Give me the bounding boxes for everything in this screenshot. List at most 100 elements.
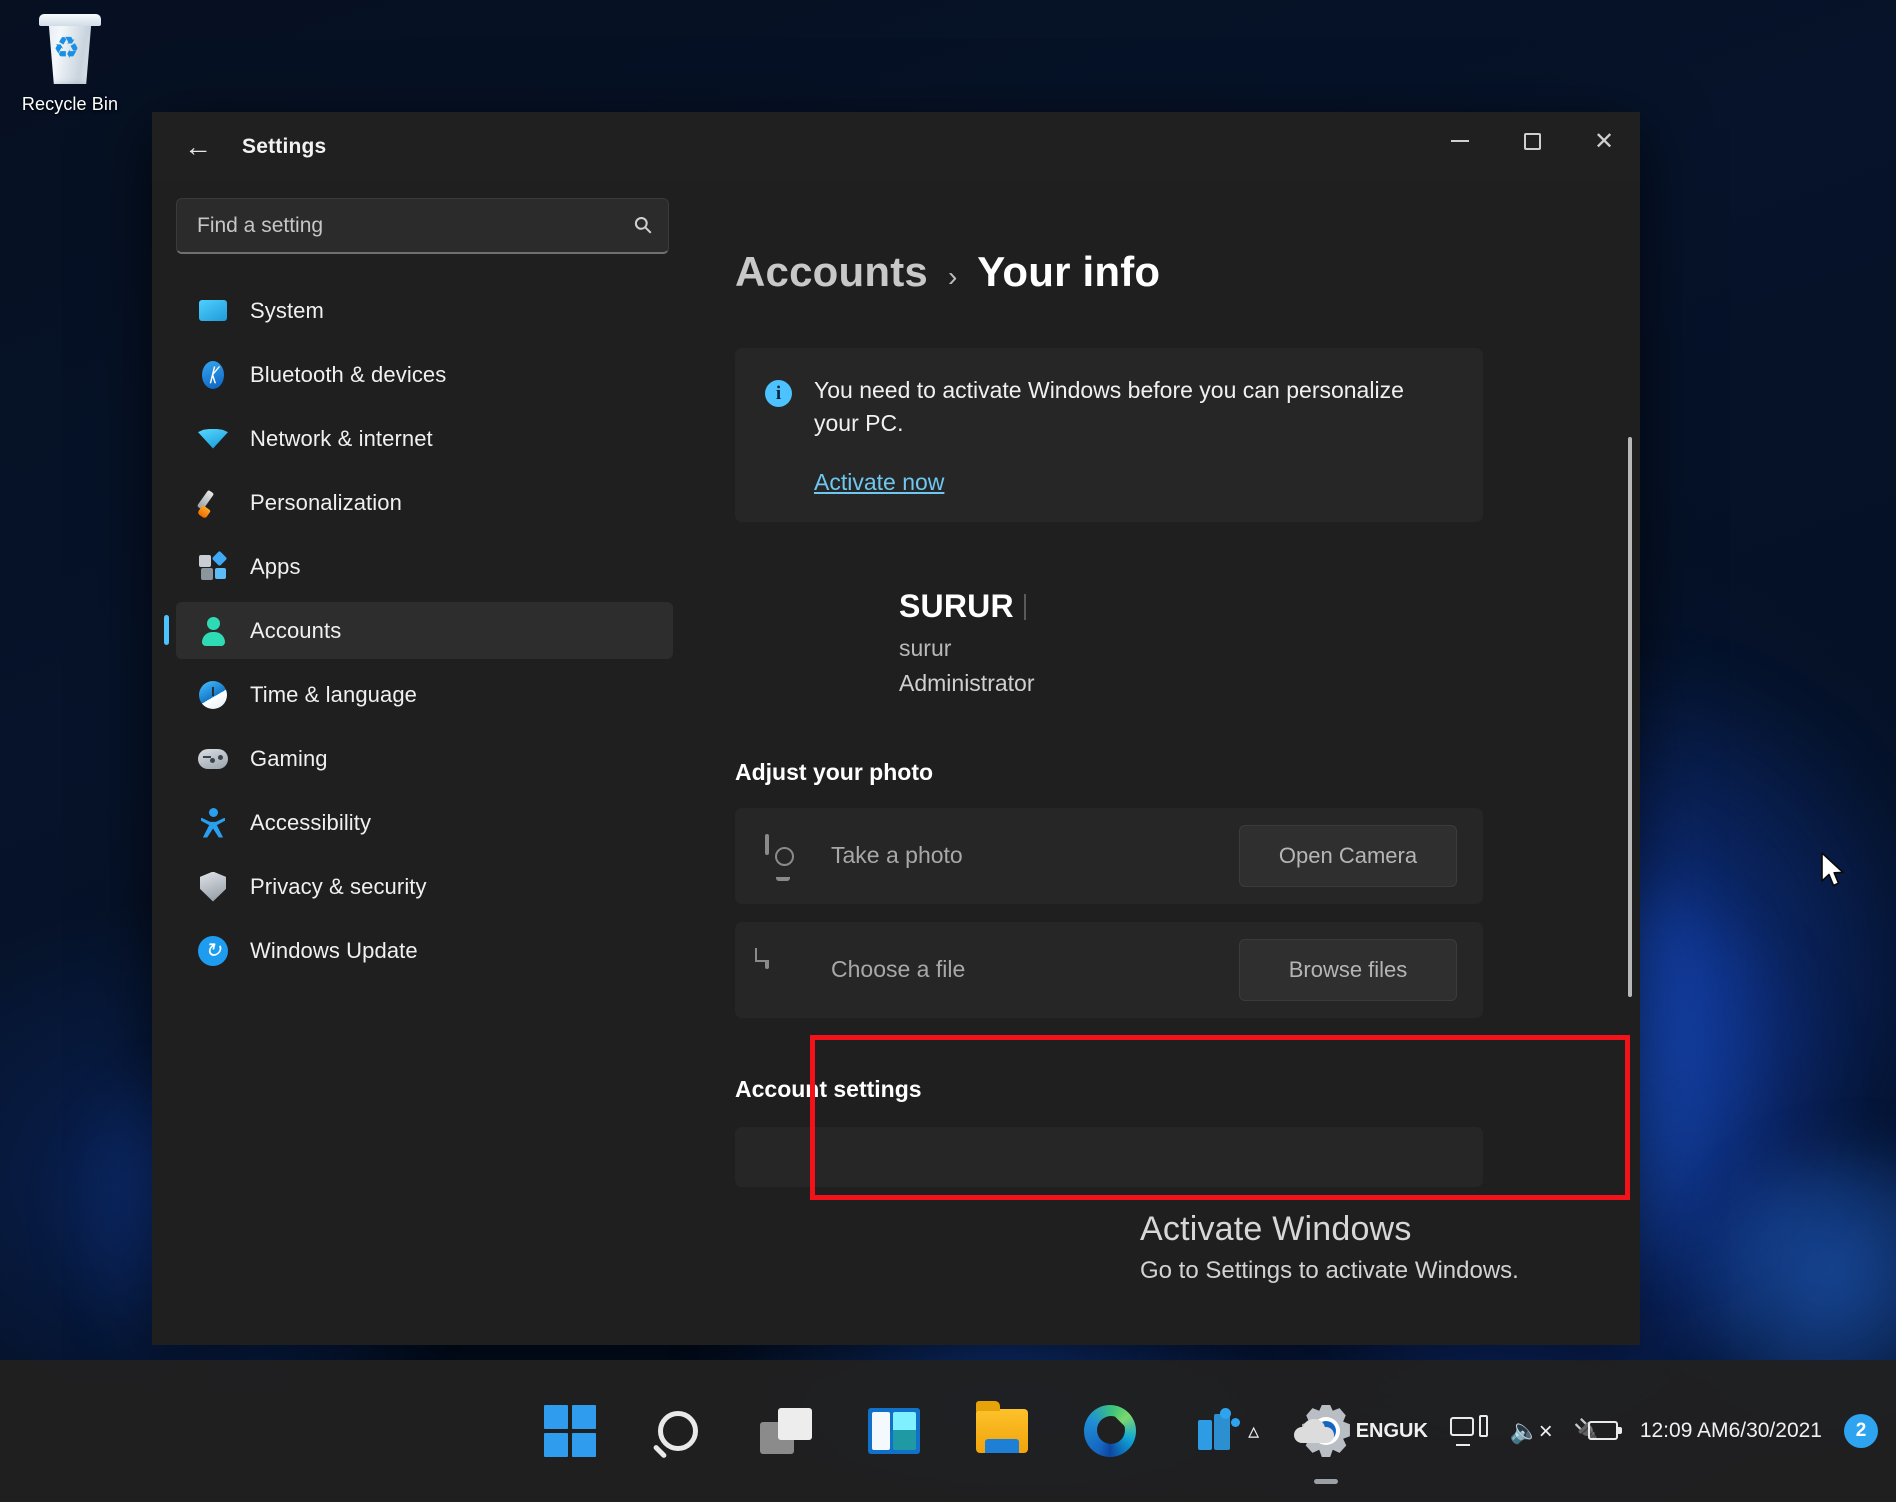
taskbar: ▵ ENG UK 🔈× 🔌 12:09 AM 6/30/2021 2 [0, 1360, 1896, 1502]
camera-icon [765, 836, 805, 876]
main-content: Accounts › Your info i You need to activ… [697, 182, 1640, 1345]
user-role: Administrator [899, 670, 1640, 697]
folder-icon [765, 950, 805, 990]
notification-badge[interactable]: 2 [1844, 1414, 1878, 1448]
language-line-1: ENG [1356, 1420, 1399, 1443]
sidebar-item-accessibility[interactable]: Accessibility [176, 794, 673, 851]
sidebar-item-label: Time & language [250, 682, 417, 708]
desktop-icon-recycle-bin[interactable]: ♻ Recycle Bin [10, 14, 130, 115]
sidebar-item-accounts[interactable]: Accounts [176, 602, 673, 659]
update-icon: ↻ [196, 934, 230, 968]
apps-icon [196, 550, 230, 584]
bluetooth-icon: ᛕ [196, 358, 230, 392]
sidebar-item-gaming[interactable]: Gaming [176, 730, 673, 787]
account-settings-section-title: Account settings [735, 1076, 1640, 1103]
language-indicator[interactable]: ENG UK [1356, 1420, 1428, 1443]
activation-banner-message: You need to activate Windows before you … [814, 374, 1404, 441]
gamepad-icon [196, 742, 230, 776]
task-view-icon [760, 1408, 812, 1454]
open-camera-button[interactable]: Open Camera [1239, 825, 1457, 887]
account-settings-card[interactable] [735, 1127, 1483, 1187]
user-account-name: surur [899, 635, 1640, 662]
maximize-icon[interactable] [1496, 112, 1568, 170]
onedrive-cloud-icon[interactable] [1294, 1417, 1334, 1445]
desktop[interactable]: ♻ Recycle Bin ← Settings ✕ ⚲ [0, 0, 1896, 1502]
activate-now-link[interactable]: Activate now [814, 469, 944, 496]
sidebar-item-label: Apps [250, 554, 301, 580]
widgets-button[interactable] [863, 1400, 925, 1462]
sidebar-item-privacy-security[interactable]: Privacy & security [176, 858, 673, 915]
wifi-icon [196, 422, 230, 456]
language-line-2: UK [1399, 1420, 1428, 1443]
breadcrumb-parent[interactable]: Accounts [735, 248, 928, 296]
window-controls: ✕ [1424, 112, 1640, 170]
file-explorer-button[interactable] [971, 1400, 1033, 1462]
task-view-button[interactable] [755, 1400, 817, 1462]
take-a-photo-label: Take a photo [831, 842, 1239, 869]
user-display-name: SURUR [899, 588, 1640, 625]
sidebar-item-label: Network & internet [250, 426, 433, 452]
taskbar-date: 6/30/2021 [1729, 1418, 1822, 1444]
shield-icon [196, 870, 230, 904]
chevron-up-icon[interactable]: ▵ [1236, 1409, 1272, 1453]
activation-banner: i You need to activate Windows before yo… [735, 348, 1483, 522]
user-info-block: SURUR surur Administrator [899, 588, 1640, 697]
search-icon [658, 1411, 698, 1451]
adjust-photo-section-title: Adjust your photo [735, 759, 1640, 786]
battery-charging-icon[interactable]: 🔌 [1574, 1418, 1618, 1444]
accessibility-icon [196, 806, 230, 840]
vertical-scrollbar[interactable] [1628, 437, 1632, 997]
minimize-icon[interactable] [1424, 112, 1496, 170]
sidebar-item-label: Privacy & security [250, 874, 427, 900]
settings-window[interactable]: ← Settings ✕ ⚲ System [152, 112, 1640, 1345]
person-icon [196, 614, 230, 648]
sidebar-item-label: Personalization [250, 490, 402, 516]
sidebar-item-windows-update[interactable]: ↻ Windows Update [176, 922, 673, 979]
clock-icon [196, 678, 230, 712]
back-arrow-icon[interactable]: ← [176, 125, 220, 169]
breadcrumb: Accounts › Your info [717, 248, 1640, 296]
window-title: Settings [242, 135, 326, 159]
monitor-icon [196, 294, 230, 328]
sidebar-item-label: Accounts [250, 618, 341, 644]
sidebar-item-label: System [250, 298, 324, 324]
sidebar-item-bluetooth-devices[interactable]: ᛕ Bluetooth & devices [176, 346, 673, 403]
taskbar-time: 12:09 AM [1640, 1418, 1729, 1444]
speaker-muted-icon[interactable]: 🔈× [1510, 1417, 1552, 1446]
recycle-bin-icon: ♻ [37, 14, 103, 86]
choose-a-file-row[interactable]: Choose a file Browse files [735, 922, 1483, 1018]
sidebar-item-system[interactable]: System [176, 282, 673, 339]
search-button[interactable] [647, 1400, 709, 1462]
recycle-bin-label: Recycle Bin [10, 94, 130, 115]
info-icon: i [765, 380, 792, 407]
folder-icon [976, 1409, 1028, 1453]
sidebar-nav-list: System ᛕ Bluetooth & devices Network & i… [152, 282, 697, 979]
search-box[interactable]: ⚲ [176, 198, 669, 254]
widgets-icon [868, 1408, 920, 1454]
title-bar: ← Settings ✕ [152, 112, 1640, 182]
clock-date[interactable]: 12:09 AM 6/30/2021 [1640, 1418, 1822, 1444]
page-title: Your info [977, 248, 1160, 296]
close-icon[interactable]: ✕ [1568, 112, 1640, 170]
search-input[interactable] [197, 214, 635, 238]
sidebar-item-label: Bluetooth & devices [250, 362, 446, 388]
network-monitor-icon[interactable] [1450, 1415, 1488, 1447]
choose-a-file-label: Choose a file [831, 956, 1239, 983]
browse-files-button[interactable]: Browse files [1239, 939, 1457, 1001]
paintbrush-icon [196, 486, 230, 520]
edge-button[interactable] [1079, 1400, 1141, 1462]
taskbar-center-group [539, 1400, 1357, 1462]
edge-icon [1084, 1405, 1136, 1457]
system-tray: ▵ ENG UK 🔈× 🔌 12:09 AM 6/30/2021 2 [1236, 1409, 1878, 1453]
start-button[interactable] [539, 1400, 601, 1462]
sidebar-item-label: Windows Update [250, 938, 418, 964]
mouse-pointer-cursor [1820, 852, 1846, 890]
sidebar-item-apps[interactable]: Apps [176, 538, 673, 595]
sidebar-item-personalization[interactable]: Personalization [176, 474, 673, 531]
take-a-photo-row[interactable]: Take a photo Open Camera [735, 808, 1483, 904]
sidebar-item-label: Accessibility [250, 810, 371, 836]
sidebar-item-label: Gaming [250, 746, 328, 772]
breadcrumb-separator: › [948, 261, 957, 293]
sidebar-item-network-internet[interactable]: Network & internet [176, 410, 673, 467]
sidebar-item-time-language[interactable]: Time & language [176, 666, 673, 723]
